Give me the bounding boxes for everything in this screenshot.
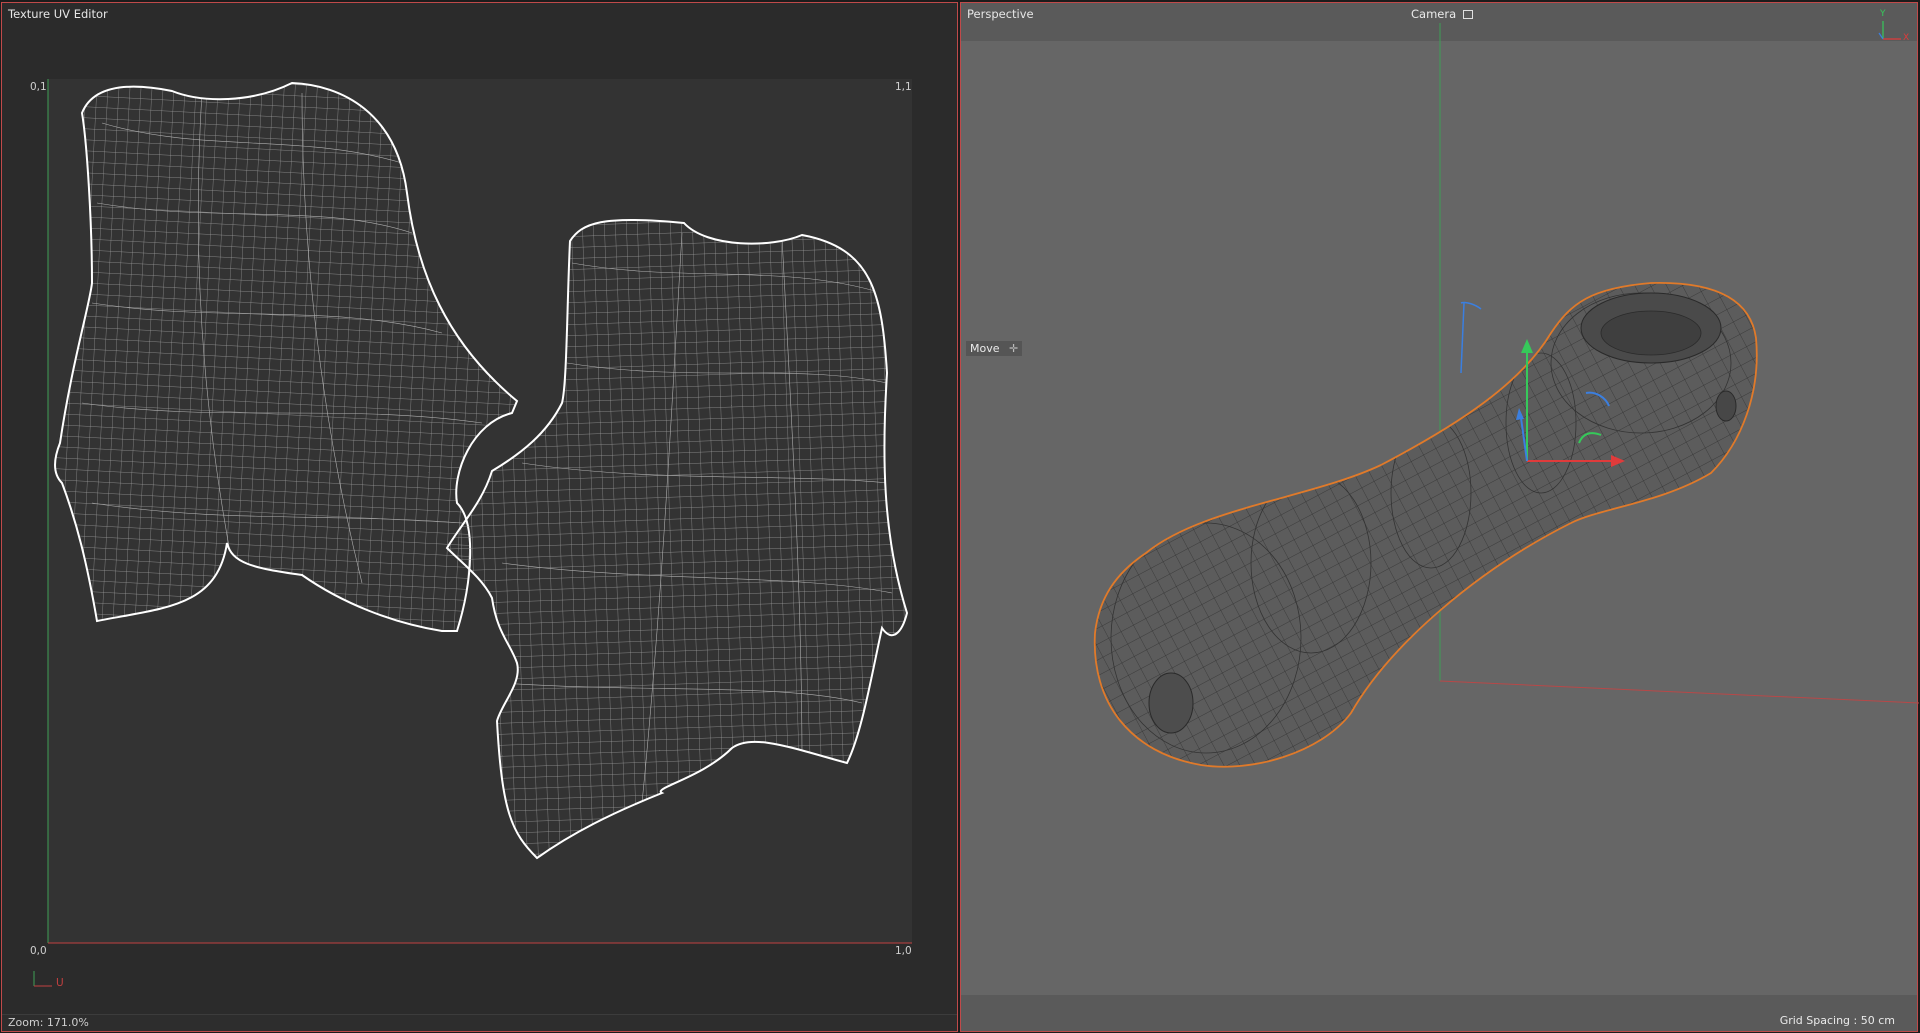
camera-menu-label: Camera [1411,7,1457,21]
mesh-hole-side [1715,390,1737,422]
uv-canvas[interactable] [2,3,959,1033]
world-x-axis [1439,680,1919,704]
mesh-object[interactable] [1081,263,1781,783]
camera-lock-icon [1462,10,1473,19]
move-tool-label: Move [970,342,1000,355]
axis-gizmo-y-label: Y [1880,9,1886,19]
viewport-title: Perspective [967,7,1034,21]
move-tool-icon: ✛ [1009,342,1019,355]
uv-label-bottom-left: 0,0 [30,945,47,957]
move-tool-hud[interactable]: Move ✛ [966,341,1023,356]
uv-zoom-readout: Zoom: 171.0% [8,1016,89,1029]
grid-spacing-readout: Grid Spacing : 50 cm [1779,1014,1895,1027]
uv-label-top-right: 1,1 [895,81,912,93]
uv-axis-icon [33,971,52,987]
uv-editor-title: Texture UV Editor [8,7,108,21]
uv-status-bar: Zoom: 171.0% [2,1014,957,1031]
viewport-canvas[interactable] [961,3,1919,1033]
axis-gizmo-x-label: X [1903,33,1910,43]
perspective-viewport[interactable]: Perspective Camera Y X Move ✛ Grid Spaci… [960,2,1919,1033]
uv-editor-panel[interactable]: Texture UV Editor 0,1 1,1 0,0 1,0 U Zoom… [1,2,958,1032]
uv-label-top-left: 0,1 [30,81,47,93]
uv-label-bottom-right: 1,0 [895,945,912,957]
uv-axis-u-label: U [56,977,64,989]
axis-gizmo-icon [1878,21,1901,40]
mesh-hole-end [1148,672,1194,734]
app-root: Texture UV Editor 0,1 1,1 0,0 1,0 U Zoom… [0,0,1920,1033]
camera-menu[interactable]: Camera [1411,7,1473,21]
